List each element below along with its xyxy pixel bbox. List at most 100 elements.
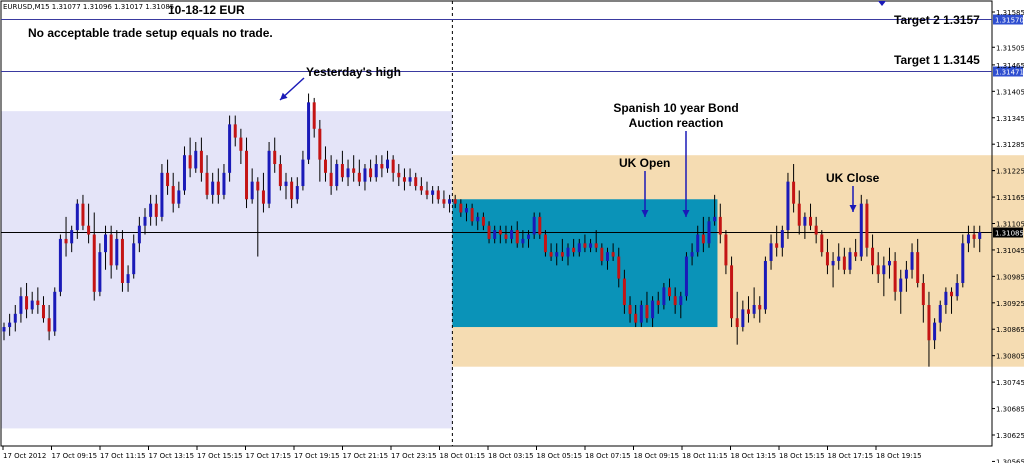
candle-body-bullish [149,203,153,217]
y-tick-label: 1.31045 [996,247,1024,255]
candle-body-bullish [431,190,435,195]
candle-body-bearish [972,234,976,239]
annotation-spanish-bond: Spanish 10 year Bond Auction reaction [613,101,739,130]
candle-body-bullish [143,216,147,226]
candle-body-bullish [803,216,807,226]
candle-body-bullish [182,155,186,191]
candle-body-bearish [233,124,237,138]
candle-body-bearish [109,234,113,266]
candle-body-bullish [301,159,305,187]
candle-body-bullish [966,234,970,244]
candle-body-bullish [713,216,717,222]
trade-note: No acceptable trade setup equals no trad… [28,26,273,40]
candle-body-bullish [961,243,965,283]
candle-body-bearish [865,203,869,248]
y-tick-label: 1.30625 [996,432,1024,440]
candle-body-bearish [199,150,203,173]
candle-body-bullish [13,313,17,323]
y-tick-label: 1.31465 [996,62,1024,70]
x-tick-label: 17 Oct 21:15 [343,452,389,460]
candle-body-bearish [312,102,316,129]
candle-body-bullish [222,172,226,195]
candle-body-bearish [916,252,920,283]
candle-body-bearish [724,234,728,266]
candle-body-bearish [498,230,502,235]
candle-body-bearish [414,177,418,187]
candle-body-bearish [459,203,463,213]
candle-body-bearish [357,172,361,182]
candle-body-bearish [239,137,243,151]
candle-body-bullish [605,252,609,261]
candle-body-bullish [848,252,852,270]
candle-body-bullish [30,300,34,310]
candle-body-bearish [340,164,344,178]
candle-body-bullish [98,252,102,292]
y-tick-label: 1.30745 [996,379,1024,387]
x-tick-label: 18 Oct 11:15 [682,452,728,460]
candle-body-bearish [453,199,457,204]
candle-body-bearish [318,128,322,160]
x-tick-label: 17 Oct 11:15 [100,452,146,460]
candle-body-bullish [267,150,271,204]
candle-body-bullish [662,287,666,306]
candle-body-bullish [374,164,378,178]
candle-body-bearish [854,252,858,257]
candle-body-bearish [735,318,739,328]
candle-body-bullish [2,327,6,332]
target-1-label: Target 1 1.3145 [894,53,980,67]
candle-body-bearish [876,265,880,275]
candle-body-bullish [8,322,12,328]
candle-body-bullish [938,305,942,323]
candle-body-bullish [211,181,215,195]
candle-body-bearish [538,216,542,235]
candle-body-bearish [278,164,282,187]
candle-body-bearish [893,260,897,292]
candle-body-bullish [707,221,711,244]
x-tick-label: 18 Oct 01:15 [440,452,486,460]
candle-body-bearish [656,300,660,306]
candle-body-bearish [950,291,954,297]
candle-body-bullish [763,260,767,310]
candle-body-bullish [58,238,62,292]
candle-body-bearish [611,252,615,257]
candle-body-bearish [634,313,638,323]
candle-body-bearish [543,234,547,253]
x-tick-label: 17 Oct 2012 [3,452,46,460]
candle-body-bearish [792,181,796,204]
candle-body-bearish [352,168,356,173]
candle-body-bullish [955,282,959,297]
annotation-uk-close: UK Close [826,171,880,185]
x-tick-label: 17 Oct 19:15 [294,452,340,460]
target-2-tag-text: 1.31570 [995,17,1024,25]
candle-body-bearish [397,172,401,178]
candle-body-bearish [775,243,779,248]
candle-body-bearish [549,252,553,257]
x-tick-label: 17 Oct 13:15 [149,452,195,460]
candle-body-bearish [290,181,294,200]
candle-body-bullish [19,296,23,314]
candle-body-bearish [871,247,875,266]
candle-body-bullish [679,296,683,306]
candle-body-bullish [448,199,452,204]
candle-body-bearish [645,305,649,319]
candle-body-bearish [814,225,818,235]
candle-body-bullish [780,230,784,248]
candle-body-bullish [769,243,773,261]
candle-body-bearish [273,150,277,165]
candle-body-bearish [921,282,925,306]
candle-body-bearish [842,256,846,270]
candle-body-bullish [933,322,937,341]
candle-body-bullish [837,256,841,261]
candle-body-bullish [527,234,531,239]
candle-body-bearish [87,225,91,235]
candle-body-bearish [927,305,931,341]
candle-body-bearish [323,159,327,173]
x-tick-label: 18 Oct 07:15 [585,452,631,460]
y-tick-label: 1.31165 [996,194,1024,202]
x-tick-label: 18 Oct 13:15 [731,452,777,460]
candle-body-bearish [216,181,220,195]
candle-body-bullish [53,291,57,332]
candle-body-bullish [115,238,119,266]
price-chart: 1.315701.314711.315851.315051.314651.314… [0,0,1024,463]
candle-body-bullish [859,203,863,257]
